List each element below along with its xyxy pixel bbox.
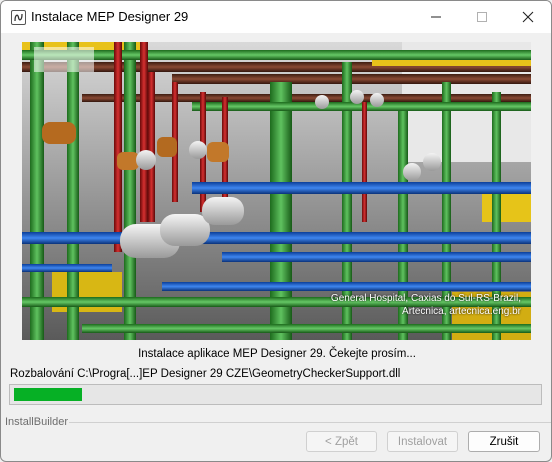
install-button[interactable]: Instalovat [387, 431, 458, 452]
close-button[interactable] [505, 1, 551, 33]
maximize-icon [477, 12, 487, 22]
install-status-message: Instalace aplikace MEP Designer 29. Čeke… [138, 348, 416, 360]
installbuilder-brand: InstallBuilder [5, 416, 68, 428]
progress-bar [9, 384, 542, 405]
caption-line-1: General Hospital, Caxias do Sul-RS-Brazi… [330, 293, 521, 304]
app-logo-icon [11, 10, 26, 25]
current-file-label: Rozbalování C:\Progra[...]EP Designer 29… [10, 368, 401, 380]
back-button[interactable]: < Zpět [306, 431, 377, 452]
footer-divider [69, 422, 551, 423]
cancel-button[interactable]: Zrušit [468, 431, 540, 452]
close-icon [522, 11, 534, 23]
caption-line-2: Artecnica, artecnica.eng.br [402, 306, 521, 317]
window-title: Instalace MEP Designer 29 [31, 9, 189, 24]
banner-caption: General Hospital, Caxias do Sul-RS-Brazi… [331, 292, 521, 318]
minimize-icon [431, 16, 441, 18]
maximize-button[interactable] [459, 1, 505, 33]
installer-window: Instalace MEP Designer 29 General Hospit… [0, 0, 552, 462]
banner-image: General Hospital, Caxias do Sul-RS-Brazi… [22, 42, 531, 340]
progress-bar-fill [14, 388, 82, 401]
title-bar[interactable]: Instalace MEP Designer 29 [1, 1, 551, 33]
minimize-button[interactable] [413, 1, 459, 33]
